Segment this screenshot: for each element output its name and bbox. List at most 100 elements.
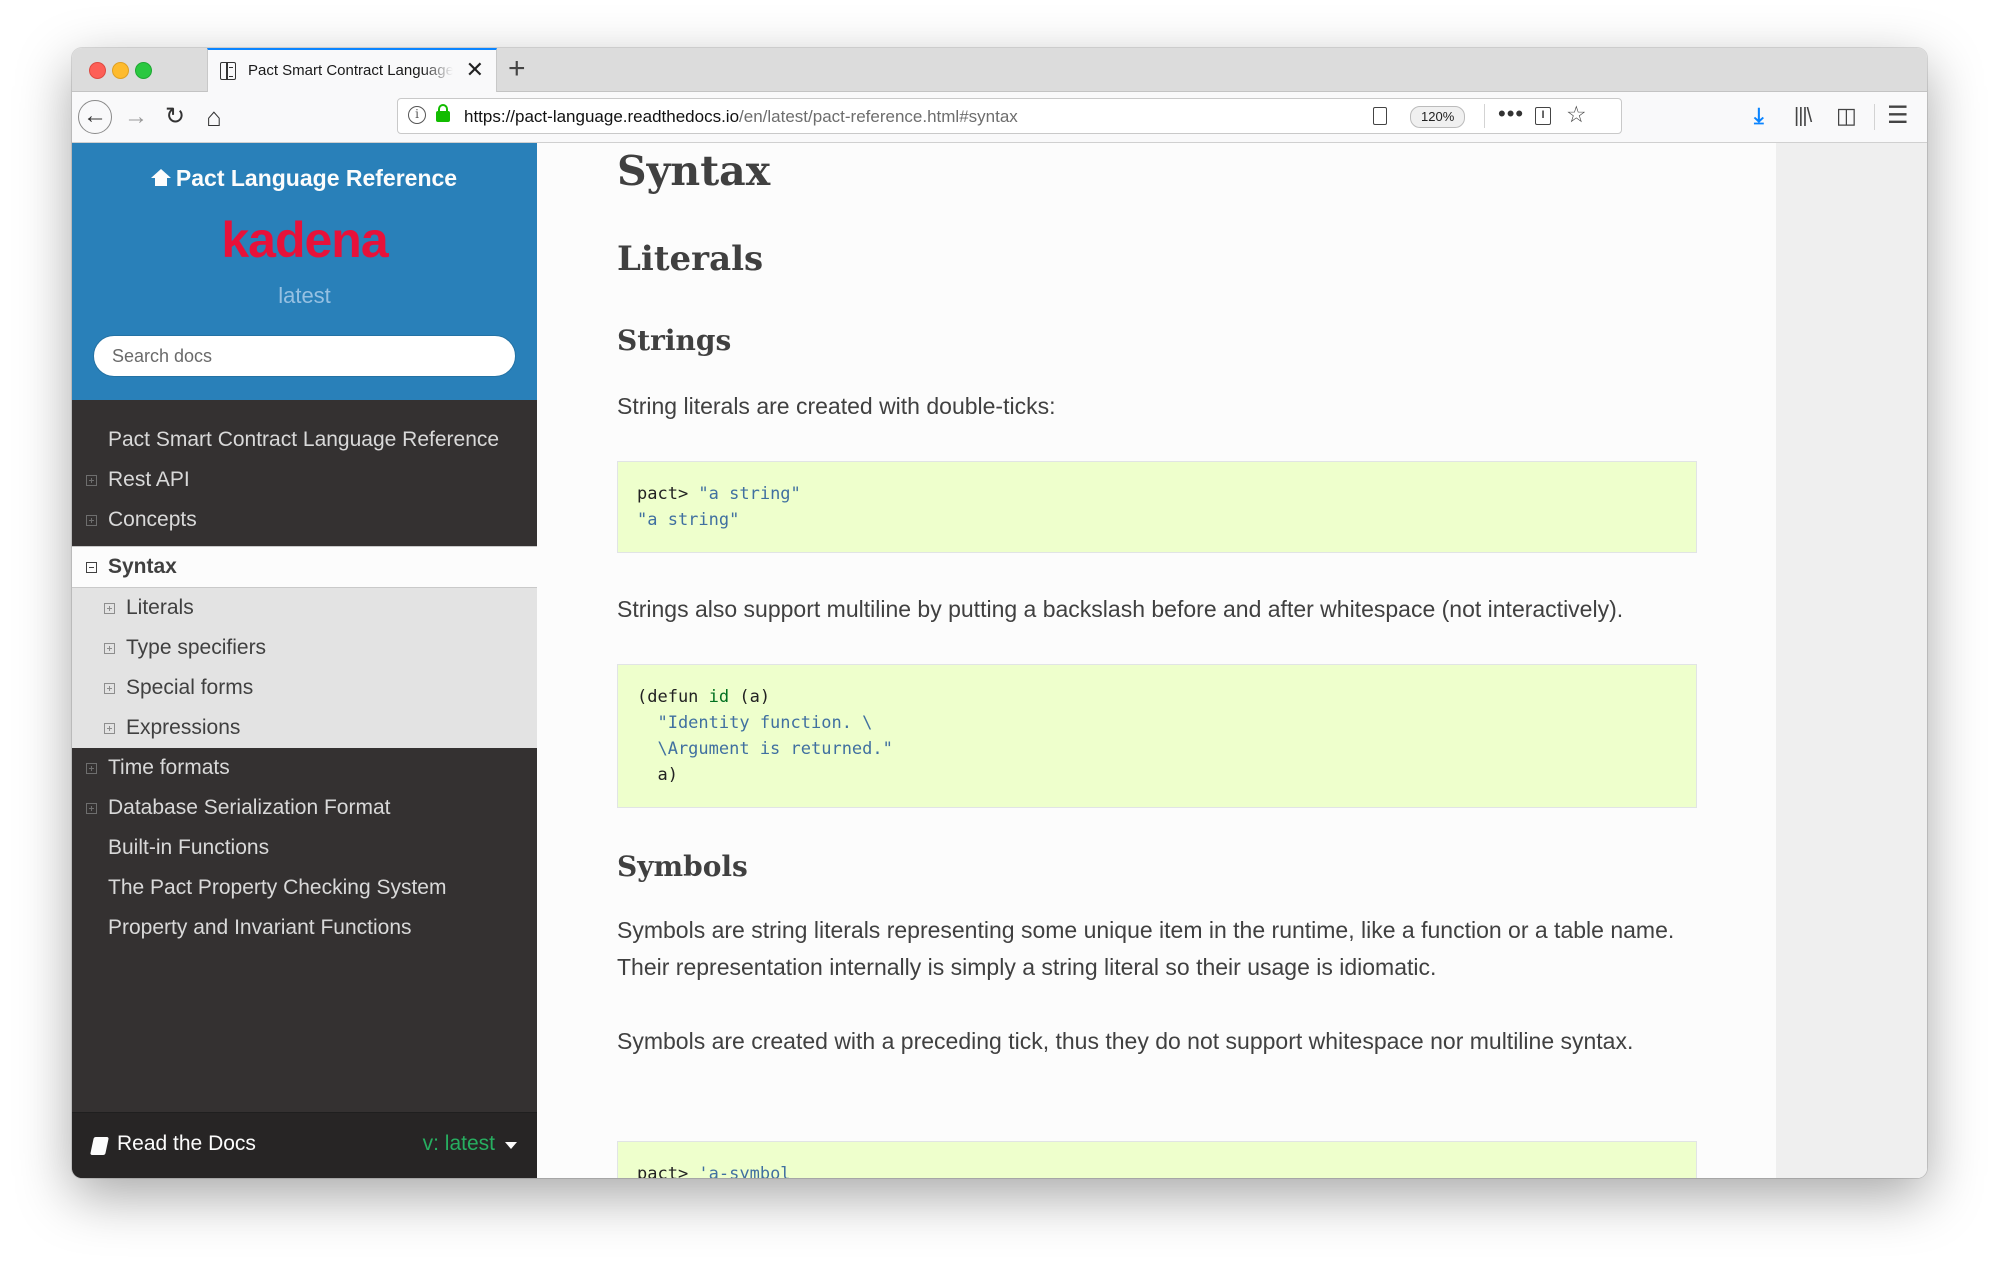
search-docs-input[interactable] [93, 335, 516, 377]
sidebar-item-database-serialization[interactable]: Database Serialization Format [72, 788, 537, 828]
sidebar-item-builtin-functions[interactable]: Built-in Functions [72, 828, 537, 868]
url-host: https://pact-language.readthedocs.io [464, 107, 740, 126]
page-title: Syntax [617, 147, 771, 195]
book-icon [90, 1137, 109, 1155]
back-button[interactable]: ← [78, 100, 112, 134]
tab-pact-reference[interactable]: Pact Smart Contract Language Reference ✕ [207, 48, 497, 92]
sidebar-item-label: Database Serialization Format [108, 796, 391, 819]
code-docstring: "Identity function. \ [637, 713, 873, 733]
expand-icon[interactable] [104, 643, 115, 654]
sidebar-item-label: Property and Invariant Functions [108, 916, 412, 939]
code-prompt: pact> [637, 484, 699, 504]
sidebar-item-rest-api[interactable]: Rest API [72, 460, 537, 500]
expand-icon[interactable] [86, 515, 97, 526]
code-symbol: 'a-symbol [698, 1164, 791, 1178]
docs-version: latest [278, 283, 331, 308]
toolbar-divider [1874, 104, 1875, 130]
sidebar-item-property-checking[interactable]: The Pact Property Checking System [72, 868, 537, 908]
docs-sidebar: Pact Language Reference kadena latest Pa… [72, 143, 537, 1178]
sidebar-subitem-expressions[interactable]: Expressions [72, 708, 537, 748]
hamburger-menu-icon[interactable]: ☰ [1887, 101, 1909, 131]
sidebar-item-property-invariant-functions[interactable]: Property and Invariant Functions [72, 908, 537, 948]
expand-icon[interactable] [86, 475, 97, 486]
code-block-defun: (defun id (a) "Identity function. \ \Arg… [617, 664, 1697, 808]
code-prompt: pact> [637, 1164, 699, 1178]
code-text: a) [637, 765, 678, 785]
close-window-button[interactable] [89, 62, 106, 79]
kadena-logo[interactable]: kadena [72, 211, 537, 269]
new-tab-button[interactable]: + [508, 52, 526, 86]
paragraph-strings-intro: String literals are created with double-… [617, 393, 1056, 419]
reload-button[interactable]: ↻ [158, 100, 192, 134]
paragraph-symbols-intro: Symbols are string literals representing… [617, 917, 1675, 980]
bookmark-star-icon[interactable]: ☆ [1566, 101, 1587, 128]
url-text[interactable]: https://pact-language.readthedocs.io/en/… [464, 107, 1018, 127]
paragraph-symbols-syntax: Symbols are created with a preceding tic… [617, 1028, 1634, 1054]
reader-view-icon[interactable] [1373, 107, 1387, 125]
expand-icon[interactable] [104, 683, 115, 694]
sidebar-item-pact-reference[interactable]: Pact Smart Contract Language Reference [72, 400, 537, 460]
code-docstring: \Argument is returned." [637, 739, 893, 759]
zoom-level-badge[interactable]: 120% [1410, 106, 1466, 128]
download-icon[interactable]: ⤓ [1754, 101, 1764, 131]
sidebar-item-concepts[interactable]: Concepts [72, 500, 537, 540]
code-string: "a string" [698, 484, 801, 504]
sidebar-item-label: The Pact Property Checking System [108, 876, 447, 899]
sidebar-item-label: Syntax [108, 555, 177, 578]
code-output: "a string" [637, 510, 740, 530]
tab-title: Pact Smart Contract Language Reference [248, 62, 453, 79]
caret-down-icon [505, 1142, 517, 1149]
code-block-string: pact> "a string" "a string" [617, 461, 1697, 553]
library-icon[interactable]: |||\ [1794, 101, 1812, 131]
site-info-icon[interactable]: i [408, 106, 426, 124]
pocket-icon[interactable]: I [1535, 107, 1551, 125]
address-bar[interactable]: i https://pact-language.readthedocs.io/e… [397, 98, 1622, 134]
sidebar-item-time-formats[interactable]: Time formats [72, 748, 537, 788]
sidebar-item-label: Literals [126, 596, 194, 619]
urlbar-divider [1484, 104, 1485, 128]
sidebar-menu: Pact Smart Contract Language Reference R… [72, 400, 537, 948]
version-selector[interactable]: v: latest [423, 1132, 495, 1156]
code-text: (a) [729, 687, 771, 707]
sidebar-subitem-literals[interactable]: Literals [72, 588, 537, 628]
zoom-window-button[interactable] [135, 62, 152, 79]
expand-icon[interactable] [86, 803, 97, 814]
navigation-toolbar: ← → ↻ ⌂ i https://pact-language.readthed… [72, 92, 1927, 143]
code-text: (defun [637, 687, 709, 707]
sidebar-item-label: Time formats [108, 756, 230, 779]
code-identifier: id [708, 687, 730, 707]
secure-lock-icon [436, 104, 450, 122]
sidebar-header: Pact Language Reference kadena latest [72, 143, 537, 400]
sidebar-subitem-type-specifiers[interactable]: Type specifiers [72, 628, 537, 668]
home-button[interactable]: ⌂ [197, 100, 231, 134]
page-favicon-icon [220, 62, 236, 80]
sidebar-toggle-icon[interactable]: ◫ [1836, 101, 1857, 131]
forward-button[interactable]: → [119, 100, 153, 134]
expand-icon[interactable] [104, 723, 115, 734]
url-path: /en/latest/pact-reference.html#syntax [739, 107, 1018, 126]
page-actions-more-icon[interactable]: ••• [1498, 101, 1524, 127]
expand-icon[interactable] [104, 603, 115, 614]
syntax-submenu: Literals Type specifiers Special forms E… [72, 588, 537, 748]
sidebar-item-label: Built-in Functions [108, 836, 270, 859]
sidebar-item-label: Special forms [126, 676, 254, 699]
sidebar-item-label: Concepts [108, 508, 197, 531]
project-title: Pact Language Reference [175, 165, 458, 191]
sidebar-subitem-special-forms[interactable]: Special forms [72, 668, 537, 708]
collapse-icon[interactable] [86, 562, 97, 573]
sidebar-item-label: Rest API [108, 468, 190, 491]
project-home-link[interactable]: Pact Language Reference [72, 165, 537, 192]
section-heading-strings: Strings [617, 324, 732, 357]
read-the-docs-footer[interactable]: Read the Docs v: latest [72, 1112, 537, 1178]
code-block-symbol: pact> 'a-symbol [617, 1141, 1697, 1178]
sidebar-item-syntax[interactable]: Syntax [72, 546, 537, 588]
section-heading-symbols: Symbols [617, 850, 748, 883]
read-the-docs-label: Read the Docs [117, 1132, 256, 1155]
paragraph-strings-multiline: Strings also support multiline by puttin… [617, 596, 1624, 622]
expand-icon[interactable] [86, 763, 97, 774]
browser-window: Pact Smart Contract Language Reference ✕… [72, 48, 1927, 1178]
sidebar-item-label: Pact Smart Contract Language Reference [108, 428, 500, 451]
minimize-window-button[interactable] [112, 62, 129, 79]
tab-strip: Pact Smart Contract Language Reference ✕… [72, 48, 1927, 92]
close-tab-icon[interactable]: ✕ [466, 58, 484, 82]
